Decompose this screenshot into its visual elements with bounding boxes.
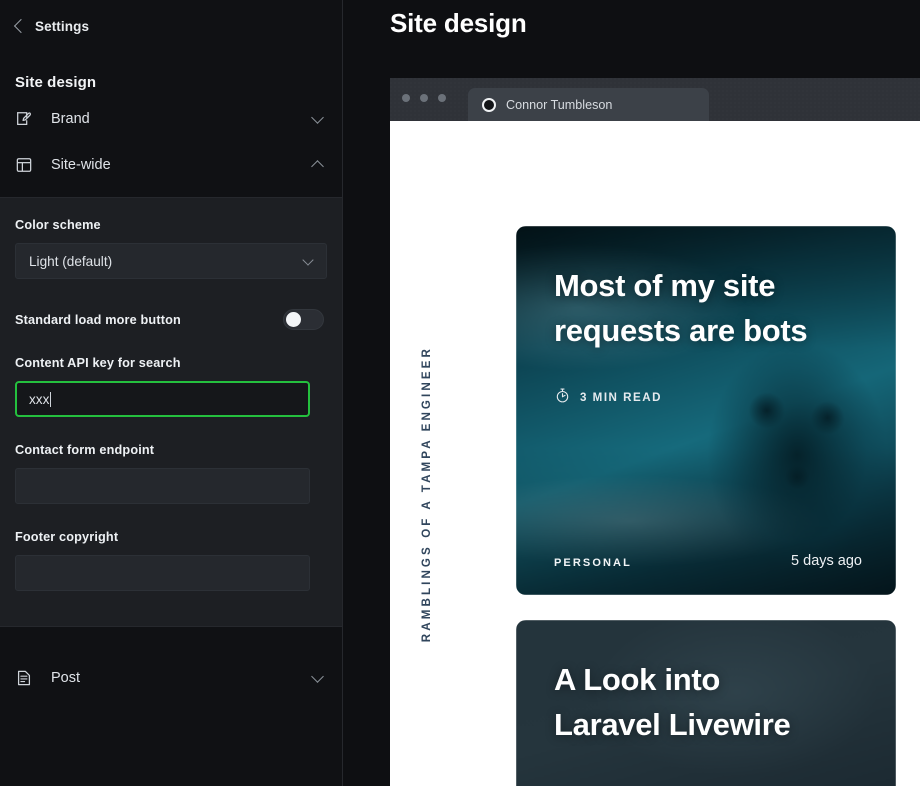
toggle-knob — [286, 312, 301, 327]
sidebar-item-label: Brand — [51, 111, 90, 127]
footer-copyright-label: Footer copyright — [15, 530, 119, 544]
color-scheme-value: Light (default) — [29, 253, 113, 269]
content-api-key-field: Content API key for search xxx — [15, 356, 327, 417]
sidebar-item-label: Post — [51, 670, 81, 686]
window-maximize-dot-icon[interactable] — [438, 94, 446, 102]
chevron-down-icon — [302, 253, 314, 266]
brush-icon — [15, 110, 33, 128]
post-card[interactable]: A Look into Laravel Livewire — [516, 620, 896, 786]
settings-sidebar: Settings Site design Brand Site-wide Col… — [0, 0, 343, 786]
back-to-settings-button[interactable]: Settings — [0, 0, 342, 34]
main-panel: Site design Connor Tumbleson RAMBLINGS O… — [343, 0, 920, 786]
content-api-key-label: Content API key for search — [15, 356, 181, 370]
window-close-dot-icon[interactable] — [402, 94, 410, 102]
browser-chrome-bar: Connor Tumbleson — [390, 78, 920, 121]
color-scheme-field: Color scheme Light (default) — [15, 218, 327, 279]
load-more-field: Standard load more button — [15, 309, 327, 330]
content-api-key-input[interactable]: xxx — [15, 381, 310, 417]
sidebar-item-post[interactable]: Post — [0, 660, 342, 696]
window-minimize-dot-icon[interactable] — [420, 94, 428, 102]
post-read-time: 3 MIN READ — [554, 387, 862, 409]
site-preview-content: RAMBLINGS OF A TAMPA ENGINEER Most of my… — [390, 121, 920, 786]
chevron-up-icon — [311, 160, 324, 173]
site-wide-settings-panel: Color scheme Light (default) Standard lo… — [0, 197, 342, 627]
post-published: 5 days ago — [791, 553, 862, 569]
sidebar-item-label: Site-wide — [51, 157, 111, 173]
back-label: Settings — [35, 19, 90, 34]
color-scheme-label: Color scheme — [15, 218, 101, 232]
contact-form-endpoint-input[interactable] — [15, 468, 310, 504]
post-card-footer: PERSONAL 5 days ago — [554, 553, 862, 569]
post-card-title: Most of my site requests are bots — [554, 268, 808, 348]
browser-tab[interactable]: Connor Tumbleson — [468, 88, 709, 121]
site-preview-browser: Connor Tumbleson RAMBLINGS OF A TAMPA EN… — [390, 78, 920, 786]
browser-tab-title: Connor Tumbleson — [506, 97, 613, 112]
text-caret — [50, 391, 52, 407]
chevron-down-icon — [311, 670, 324, 683]
chevron-down-icon — [311, 111, 324, 124]
content-api-key-value: xxx — [29, 391, 50, 407]
window-controls — [402, 78, 446, 121]
post-category: PERSONAL — [554, 557, 632, 569]
color-scheme-select[interactable]: Light (default) — [15, 243, 327, 279]
post-card[interactable]: Most of my site requests are bots 3 MIN … — [516, 226, 896, 595]
sidebar-title: Site design — [15, 74, 97, 91]
document-icon — [15, 669, 33, 687]
chevron-left-icon — [13, 18, 29, 34]
sidebar-item-brand[interactable]: Brand — [0, 101, 342, 137]
load-more-toggle[interactable] — [283, 309, 324, 330]
layout-icon — [15, 156, 33, 174]
page-title: Site design — [390, 8, 527, 38]
post-read-time-label: 3 MIN READ — [580, 391, 662, 405]
contact-form-endpoint-label: Contact form endpoint — [15, 443, 155, 457]
post-card-title: A Look into Laravel Livewire — [554, 662, 791, 742]
contact-form-endpoint-field: Contact form endpoint — [15, 443, 327, 504]
post-card-list: Most of my site requests are bots 3 MIN … — [516, 226, 896, 786]
site-design-settings-screen: Settings Site design Brand Site-wide Col… — [0, 0, 920, 786]
site-tagline: RAMBLINGS OF A TAMPA ENGINEER — [420, 346, 433, 643]
circle-favicon-icon — [482, 97, 496, 112]
footer-copyright-field: Footer copyright — [15, 530, 327, 591]
stopwatch-icon — [554, 387, 571, 409]
load-more-label: Standard load more button — [15, 312, 181, 327]
footer-copyright-input[interactable] — [15, 555, 310, 591]
sidebar-item-site-wide[interactable]: Site-wide — [0, 147, 342, 183]
